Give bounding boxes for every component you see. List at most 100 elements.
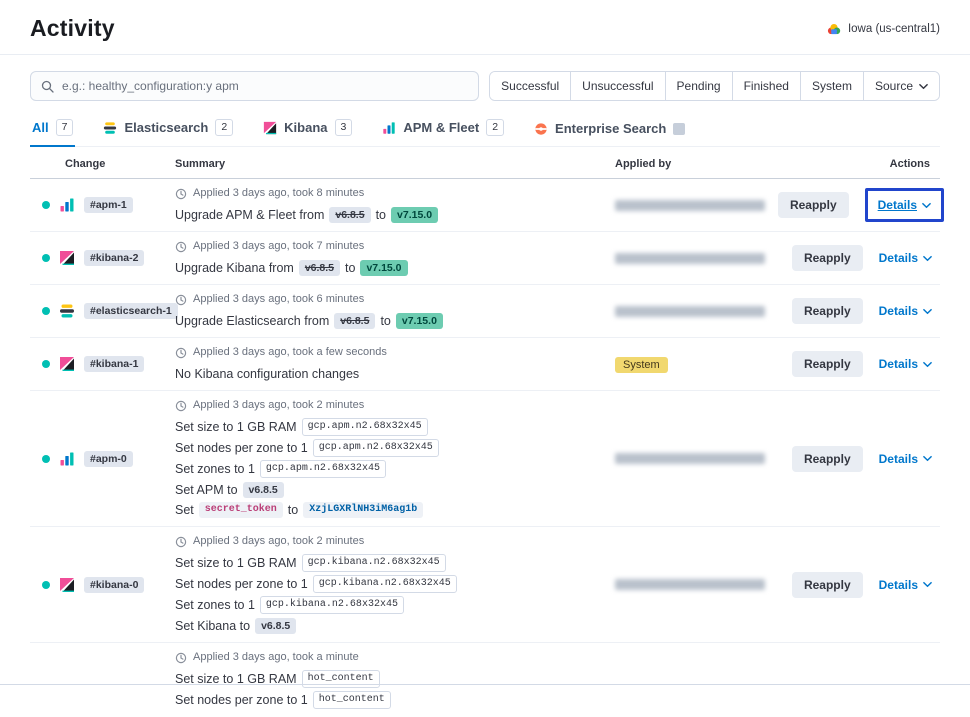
filter-finished[interactable]: Finished [732, 72, 800, 100]
tab-enterprise-search[interactable]: Enterprise Search [532, 115, 687, 147]
summary-text: Set [175, 503, 194, 517]
details-button[interactable]: Details [879, 357, 932, 371]
reapply-button[interactable]: Reapply [792, 245, 863, 271]
status-dot [42, 360, 50, 368]
tab-elasticsearch[interactable]: Elasticsearch 2 [101, 113, 235, 147]
tab-all[interactable]: All7 [30, 113, 75, 147]
code-badge: hot_content [302, 670, 380, 688]
filter-unsuccessful[interactable]: Unsuccessful [570, 72, 664, 100]
details-button[interactable]: Details [878, 198, 931, 212]
filter-system[interactable]: System [800, 72, 863, 100]
column-header-actions: Actions [790, 158, 940, 170]
summary-cell: Applied 3 days ago, took a few seconds No… [165, 346, 605, 382]
filter-label: Unsuccessful [582, 79, 653, 93]
tab-label: APM & Fleet [403, 120, 479, 135]
reapply-button[interactable]: Reapply [792, 572, 863, 598]
change-cell: #kibana-1 [30, 356, 165, 372]
filter-label: Source [875, 79, 913, 93]
applied-time-text: Applied 3 days ago, took 2 minutes [193, 399, 364, 412]
summary-line: No Kibana configuration changes [175, 365, 589, 382]
status-dot [42, 455, 50, 463]
applied-time-text: Applied 3 days ago, took a minute [193, 651, 359, 664]
search-input[interactable] [62, 79, 468, 93]
filter-dropdown-source[interactable]: Source [863, 72, 939, 100]
tab-label: Kibana [284, 120, 327, 135]
table-row: #kibana-0Applied 3 days ago, took 2 minu… [30, 527, 940, 643]
tab-count-badge: 2 [486, 119, 504, 136]
filter-pending[interactable]: Pending [665, 72, 732, 100]
summary-line: Set APM tov6.8.5 [175, 481, 589, 498]
table-row: #apm-0Applied 3 days ago, took 2 minutes… [30, 391, 940, 527]
details-button[interactable]: Details [879, 251, 932, 265]
apm-icon [59, 451, 75, 467]
applied-time: Applied 3 days ago, took 6 minutes [175, 293, 589, 306]
tab-count-placeholder [673, 123, 685, 135]
code-key-badge: secret_token [199, 502, 283, 518]
change-id-badge: #kibana-2 [84, 250, 144, 266]
bottom-divider [0, 684, 970, 685]
tab-count-badge: 3 [335, 119, 353, 136]
version-old-badge: v6.8.5 [299, 260, 340, 276]
details-label: Details [879, 452, 918, 466]
summary-line: Upgrade Kibana fromv6.8.5tov7.15.0 [175, 259, 589, 276]
status-dot [42, 201, 50, 209]
filter-successful[interactable]: Successful [490, 72, 570, 100]
search-box [30, 71, 479, 101]
tab-label: Enterprise Search [555, 121, 666, 136]
tabs: All7 Elasticsearch 2 Kibana 3 APM & Fleet 2 Ent… [30, 113, 940, 147]
summary-text: Upgrade Kibana from [175, 261, 294, 275]
chevron-down-icon [923, 307, 932, 316]
details-button[interactable]: Details [879, 578, 932, 592]
applied-time-text: Applied 3 days ago, took a few seconds [193, 346, 387, 359]
reapply-button[interactable]: Reapply [792, 351, 863, 377]
summary-cell: Applied 3 days ago, took a minute Set siz… [165, 651, 605, 709]
clock-icon [175, 536, 187, 548]
table-header: Change Summary Applied by Actions [30, 147, 940, 179]
chevron-down-icon [923, 580, 932, 589]
chevron-down-icon [922, 201, 931, 210]
actions-cell: Reapply Details [790, 351, 940, 377]
details-label: Details [879, 304, 918, 318]
details-wrap: Details [879, 452, 932, 466]
summary-line: Set size to 1 GB RAMgcp.apm.n2.68x32x45 [175, 418, 589, 436]
reapply-button[interactable]: Reapply [792, 298, 863, 324]
tab-label: Elasticsearch [124, 120, 208, 135]
tab-apm-fleet[interactable]: APM & Fleet 2 [380, 113, 506, 147]
clock-icon [175, 347, 187, 359]
summary-text: Set nodes per zone to 1 [175, 577, 308, 591]
summary-text: Upgrade Elasticsearch from [175, 314, 329, 328]
version-old-badge: v6.8.5 [329, 207, 370, 223]
change-cell: #apm-1 [30, 197, 165, 213]
tab-count-badge: 7 [56, 119, 74, 136]
details-highlight-box: Details [865, 188, 944, 222]
tab-count-badge: 2 [215, 119, 233, 136]
filter-label: Finished [744, 79, 789, 93]
summary-line: Setsecret_tokentoXzjLGXRlNH3iM6ag1b [175, 501, 589, 518]
tab-kibana[interactable]: Kibana 3 [261, 113, 354, 147]
summary-text: No Kibana configuration changes [175, 367, 359, 381]
applied-by-redacted [615, 306, 765, 317]
applied-by-cell [605, 453, 790, 464]
details-button[interactable]: Details [879, 452, 932, 466]
filter-label: Pending [677, 79, 721, 93]
activity-page: Activity Iowa (us-central1) SuccessfulUn… [0, 0, 970, 717]
column-header-change: Change [30, 158, 165, 170]
code-badge: gcp.apm.n2.68x32x45 [260, 460, 386, 478]
table-body: #apm-1Applied 3 days ago, took 8 minutes… [30, 179, 940, 717]
version-old-badge: v6.8.5 [334, 313, 375, 329]
applied-by-cell [605, 253, 790, 264]
details-button[interactable]: Details [879, 304, 932, 318]
clock-icon [175, 241, 187, 253]
summary-text: to [288, 503, 298, 517]
summary-line: Set size to 1 GB RAMhot_content [175, 670, 589, 688]
reapply-button[interactable]: Reapply [792, 446, 863, 472]
status-dot [42, 581, 50, 589]
enterprise-search-icon [534, 122, 548, 136]
summary-text: Set Kibana to [175, 619, 250, 633]
code-badge: gcp.kibana.n2.68x32x45 [313, 575, 457, 593]
reapply-button[interactable]: Reapply [778, 192, 849, 218]
change-id-badge: #kibana-0 [84, 577, 144, 593]
applied-time-text: Applied 3 days ago, took 7 minutes [193, 240, 364, 253]
actions-cell: Reapply Details [790, 572, 940, 598]
details-wrap: Details [879, 304, 932, 318]
